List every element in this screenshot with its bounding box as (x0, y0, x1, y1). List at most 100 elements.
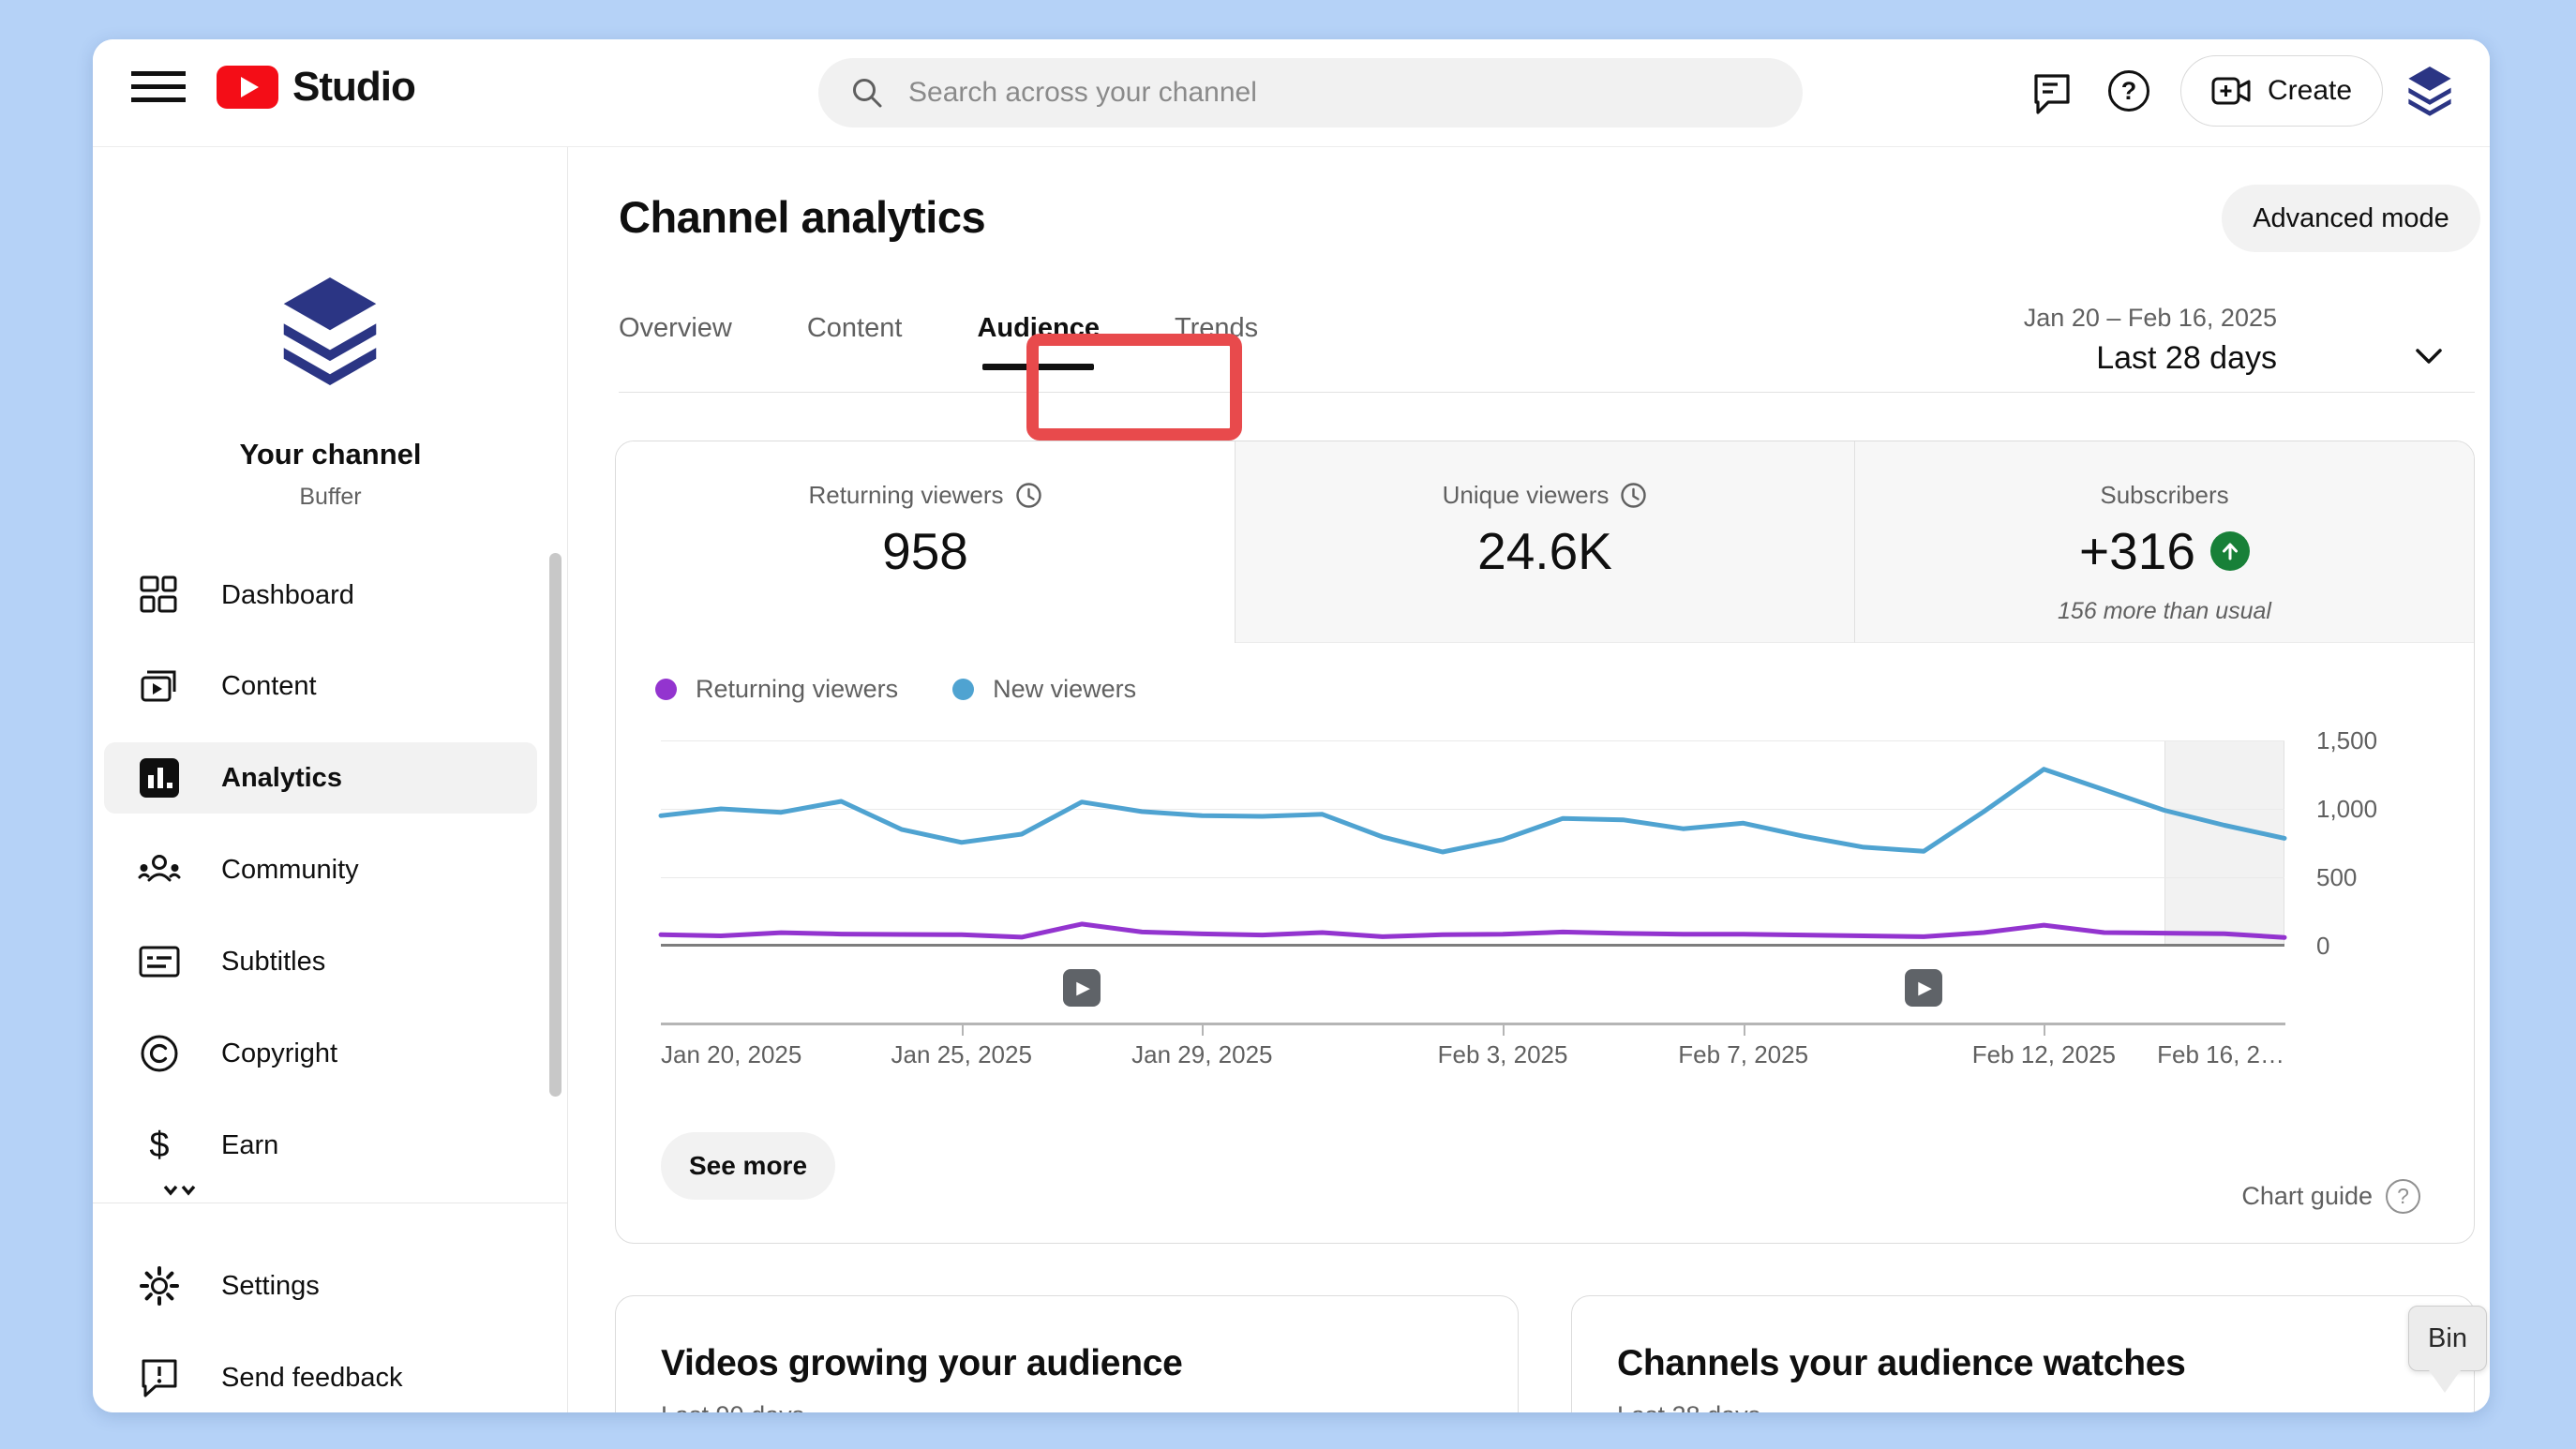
sidebar-item-label: Copyright (221, 1038, 338, 1068)
sidebar-item-copyright[interactable]: Copyright (104, 1018, 537, 1089)
legend-label: Returning viewers (696, 675, 899, 703)
metric-value: 958 (882, 522, 968, 580)
clipped-menu-icon (163, 1185, 196, 1196)
metric-label: Unique viewers (1442, 481, 1610, 509)
y-axis-label: 500 (2316, 863, 2358, 891)
subtitles-icon (137, 939, 182, 984)
legend-item-returning-viewers[interactable]: Returning viewers (655, 675, 898, 704)
sidebar-item-label: Subtitles (221, 946, 326, 977)
channel-avatar-buffer-logo[interactable] (275, 277, 385, 392)
sidebar-item-label: Community (221, 854, 359, 885)
legend-item-new-viewers[interactable]: New viewers (952, 675, 1136, 704)
sidebar-item-analytics[interactable]: Analytics (104, 742, 537, 814)
card-title: Channels your audience watches (1617, 1343, 2186, 1383)
x-axis-label: Feb 12, 2025 (1971, 1040, 2117, 1068)
date-preset-text: Last 28 days (2096, 340, 2277, 376)
copyright-icon (137, 1031, 182, 1076)
x-axis-line (661, 1023, 2285, 1025)
content-icon (137, 664, 182, 709)
legend-dot-purple (655, 679, 677, 700)
audience-line-chart[interactable] (658, 740, 2287, 946)
video-published-marker[interactable]: ▶ (1905, 969, 1943, 1007)
sidebar-item-label: Settings (221, 1270, 320, 1301)
channels-audience-watches-card[interactable]: Channels your audience watches Last 28 d… (1571, 1295, 2475, 1412)
tab-overview[interactable]: Overview (619, 313, 732, 378)
sidebar-item-label: Dashboard (221, 579, 354, 610)
analytics-icon (137, 755, 182, 800)
page-title: Channel analytics (619, 192, 986, 242)
y-axis-label: 1,500 (2316, 726, 2378, 754)
feedback-history-icon[interactable] (2029, 70, 2074, 115)
sidebar-item-send-feedback[interactable]: Send feedback (104, 1342, 537, 1412)
tab-content[interactable]: Content (807, 313, 903, 378)
sidebar-item-label: Send feedback (221, 1362, 403, 1393)
hamburger-menu-icon[interactable] (131, 71, 187, 114)
metric-label: Returning viewers (808, 481, 1004, 509)
videos-growing-audience-card[interactable]: Videos growing your audience Last 90 day… (615, 1295, 1519, 1412)
x-axis-label: Feb 3, 2025 (1437, 1040, 1568, 1068)
channel-name: Buffer (299, 484, 362, 510)
clock-icon (1015, 483, 1041, 508)
see-more-button[interactable]: See more (661, 1132, 835, 1200)
send-feedback-icon (137, 1355, 182, 1400)
tab-audience[interactable]: Audience (977, 313, 1100, 378)
card-subtitle: Last 28 days (1617, 1401, 1760, 1412)
search-input[interactable] (908, 77, 1771, 109)
analytics-tabs: Overview Content Audience Trends (619, 313, 1258, 378)
help-icon[interactable]: ? (2108, 70, 2149, 112)
chevron-down-icon[interactable] (2410, 337, 2448, 375)
chart-legend: Returning viewers New viewers (655, 675, 1136, 704)
sidebar-item-settings[interactable]: Settings (104, 1250, 537, 1322)
metric-note: 156 more than usual (2058, 598, 2271, 624)
date-range-text: Jan 20 – Feb 16, 2025 (2023, 304, 2277, 332)
video-published-marker[interactable]: ▶ (1063, 969, 1101, 1007)
search-bar[interactable] (818, 58, 1803, 127)
legend-label: New viewers (993, 675, 1137, 703)
create-button[interactable]: Create (2180, 55, 2384, 127)
metric-card-unique-viewers[interactable]: Unique viewers 24.6K (1236, 441, 1855, 643)
clock-icon (1621, 483, 1647, 508)
earn-icon: $ (149, 1126, 170, 1165)
date-range-picker[interactable]: Jan 20 – Feb 16, 2025 Last 28 days (1874, 304, 2277, 377)
bin-tooltip: Bin (2408, 1306, 2487, 1371)
x-axis-label: Jan 29, 2025 (1131, 1040, 1273, 1068)
metric-card-subscribers[interactable]: Subscribers +316 156 more than usual (1855, 441, 2474, 643)
x-axis-label: Jan 20, 2025 (661, 1040, 802, 1068)
sidebar-item-label: Earn (221, 1129, 279, 1160)
x-axis-tick (2044, 1025, 2046, 1036)
question-mark-icon: ? (2386, 1179, 2420, 1214)
chart-guide-link[interactable]: Chart guide ? (2241, 1179, 2420, 1214)
studio-wordmark: Studio (292, 64, 416, 110)
x-axis-tick (1202, 1025, 1205, 1036)
x-axis-tick (1743, 1025, 1745, 1036)
x-axis-label: Jan 25, 2025 (891, 1040, 1032, 1068)
y-axis-label: 1,000 (2316, 795, 2378, 823)
metric-value: 24.6K (1477, 522, 1612, 580)
metric-card-returning-viewers[interactable]: Returning viewers 958 (616, 441, 1236, 643)
youtube-studio-logo[interactable]: Studio (217, 64, 416, 111)
sidebar-item-content[interactable]: Content (104, 650, 537, 722)
x-axis-tick (961, 1025, 964, 1036)
sidebar-item-label: Content (221, 670, 317, 701)
trend-up-badge (2209, 531, 2250, 571)
x-axis-tick (1503, 1025, 1505, 1036)
sidebar-item-earn[interactable]: $ Earn (104, 1110, 537, 1181)
youtube-play-icon (217, 66, 278, 109)
x-axis-label: Feb 7, 2025 (1678, 1040, 1809, 1068)
search-icon (853, 79, 882, 108)
tabs-divider (619, 392, 2475, 393)
arrow-up-icon (2222, 543, 2238, 560)
settings-icon (137, 1263, 182, 1308)
tab-trends[interactable]: Trends (1175, 313, 1258, 378)
sidebar-item-dashboard[interactable]: Dashboard (104, 560, 537, 631)
create-video-icon (2211, 77, 2251, 105)
advanced-mode-button[interactable]: Advanced mode (2222, 185, 2480, 252)
sidebar-item-community[interactable]: Community (104, 834, 537, 905)
card-subtitle: Last 90 days (661, 1401, 804, 1412)
sidebar-scrollbar[interactable] (549, 553, 562, 1097)
top-bar: Studio ? Create (93, 39, 2490, 147)
dashboard-icon (137, 573, 182, 618)
bin-tooltip-arrow (2429, 1370, 2461, 1393)
account-avatar[interactable] (2404, 67, 2455, 119)
sidebar-item-subtitles[interactable]: Subtitles (104, 926, 537, 997)
